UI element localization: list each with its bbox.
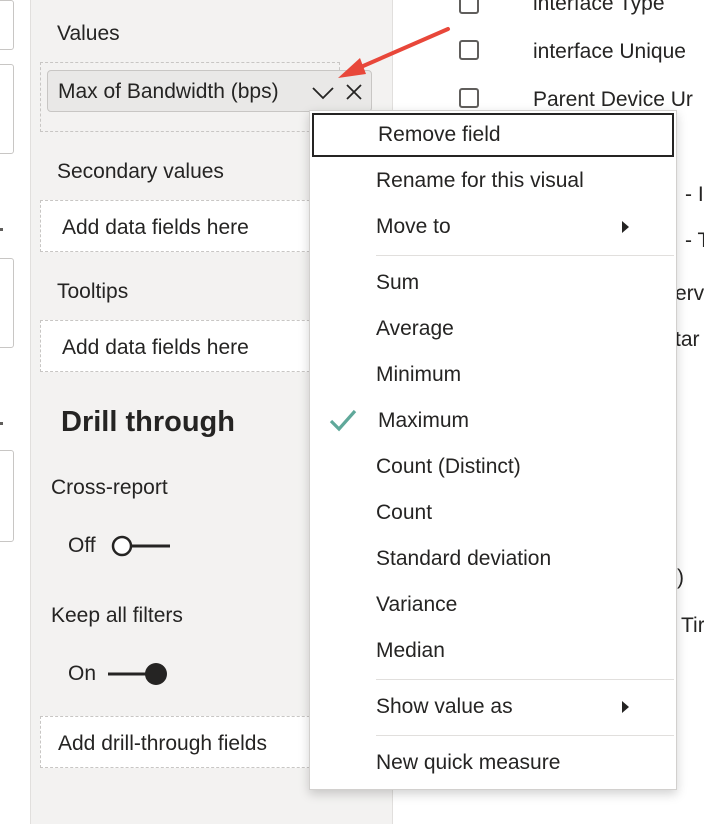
menu-item-rename[interactable]: Rename for this visual xyxy=(310,159,676,203)
checkmark-icon xyxy=(329,409,357,432)
menu-item-label: Remove field xyxy=(378,123,501,146)
menu-separator xyxy=(376,679,674,680)
menu-item-label: Sum xyxy=(376,271,420,294)
tooltips-label: Tooltips xyxy=(57,280,129,303)
strip-dot xyxy=(0,228,3,231)
menu-item-label: Count xyxy=(376,501,433,524)
toggle-off-icon xyxy=(111,535,170,557)
drill-through-well[interactable]: Add drill-through fields xyxy=(40,716,340,768)
menu-item-label: Move to xyxy=(376,215,451,238)
menu-item-label: Show value as xyxy=(376,695,513,718)
menu-item-label: Minimum xyxy=(376,363,462,386)
drill-through-placeholder: Add drill-through fields xyxy=(58,732,267,755)
menu-item-label: New quick measure xyxy=(376,751,561,774)
field-label[interactable]: interface Unique xyxy=(533,40,686,64)
drill-through-heading: Drill through xyxy=(61,406,235,438)
secondary-values-well[interactable]: Add data fields here xyxy=(40,200,340,252)
menu-item-count[interactable]: Count xyxy=(310,491,676,535)
field-checkbox[interactable] xyxy=(459,0,479,14)
values-field-chip[interactable]: Max of Bandwidth (bps) xyxy=(47,70,372,112)
field-fragment: ) xyxy=(677,566,684,589)
cross-report-label: Cross-report xyxy=(51,476,168,499)
values-label: Values xyxy=(57,22,120,45)
tooltips-placeholder: Add data fields here xyxy=(62,336,249,359)
field-fragment: - I xyxy=(685,183,704,206)
secondary-values-placeholder: Add data fields here xyxy=(62,216,249,239)
values-field-chip-label: Max of Bandwidth (bps) xyxy=(58,80,279,103)
toggle-on-icon xyxy=(108,663,167,685)
field-fragment: tar xyxy=(675,328,700,351)
cross-report-state: Off xyxy=(68,534,96,557)
menu-item-show-value-as[interactable]: Show value as xyxy=(310,685,676,729)
field-fragment: - T xyxy=(685,229,704,252)
strip-box[interactable] xyxy=(0,258,14,348)
annotation-arrow xyxy=(338,27,450,78)
menu-separator xyxy=(376,255,674,256)
field-context-menu: Remove field Rename for this visual Move… xyxy=(309,110,677,790)
keep-all-filters-state: On xyxy=(68,662,97,685)
menu-item-maximum[interactable]: Maximum xyxy=(310,399,676,443)
cross-report-toggle[interactable]: Off xyxy=(68,532,178,560)
menu-item-label: Rename for this visual xyxy=(376,169,584,192)
menu-item-count-distinct[interactable]: Count (Distinct) xyxy=(310,445,676,489)
tooltips-well[interactable]: Add data fields here xyxy=(40,320,340,372)
strip-box[interactable] xyxy=(0,0,14,50)
menu-item-remove-field[interactable]: Remove field xyxy=(312,113,674,157)
menu-item-sum[interactable]: Sum xyxy=(310,261,676,305)
menu-item-minimum[interactable]: Minimum xyxy=(310,353,676,397)
field-label[interactable]: Parent Device Ur xyxy=(533,88,693,112)
chevron-down-icon[interactable] xyxy=(310,81,336,103)
strip-box[interactable] xyxy=(0,64,14,154)
menu-item-label: Average xyxy=(376,317,454,340)
menu-item-label: Median xyxy=(376,639,445,662)
keep-all-filters-label: Keep all filters xyxy=(51,604,183,627)
menu-item-variance[interactable]: Variance xyxy=(310,583,676,627)
menu-item-median[interactable]: Median xyxy=(310,629,676,673)
field-checkbox[interactable] xyxy=(459,88,479,108)
menu-item-label: Standard deviation xyxy=(376,547,552,570)
field-fragment: erv xyxy=(675,282,704,305)
menu-item-label: Variance xyxy=(376,593,458,616)
menu-separator xyxy=(376,735,674,736)
menu-item-label: Maximum xyxy=(378,409,470,432)
left-strip xyxy=(0,0,31,824)
menu-item-label: Count (Distinct) xyxy=(376,455,521,478)
menu-item-standard-deviation[interactable]: Standard deviation xyxy=(310,537,676,581)
field-fragment: Tir xyxy=(681,614,704,637)
menu-item-average[interactable]: Average xyxy=(310,307,676,351)
field-label[interactable]: interface Type xyxy=(533,0,665,16)
secondary-values-label: Secondary values xyxy=(57,160,224,183)
menu-item-move-to[interactable]: Move to xyxy=(310,205,676,249)
menu-item-new-quick-measure[interactable]: New quick measure xyxy=(310,741,676,785)
submenu-arrow-icon xyxy=(622,221,629,233)
field-checkbox[interactable] xyxy=(459,40,479,60)
strip-box[interactable] xyxy=(0,450,14,542)
strip-dot xyxy=(0,422,3,425)
submenu-arrow-icon xyxy=(622,701,629,713)
keep-all-filters-toggle[interactable]: On xyxy=(68,660,178,688)
